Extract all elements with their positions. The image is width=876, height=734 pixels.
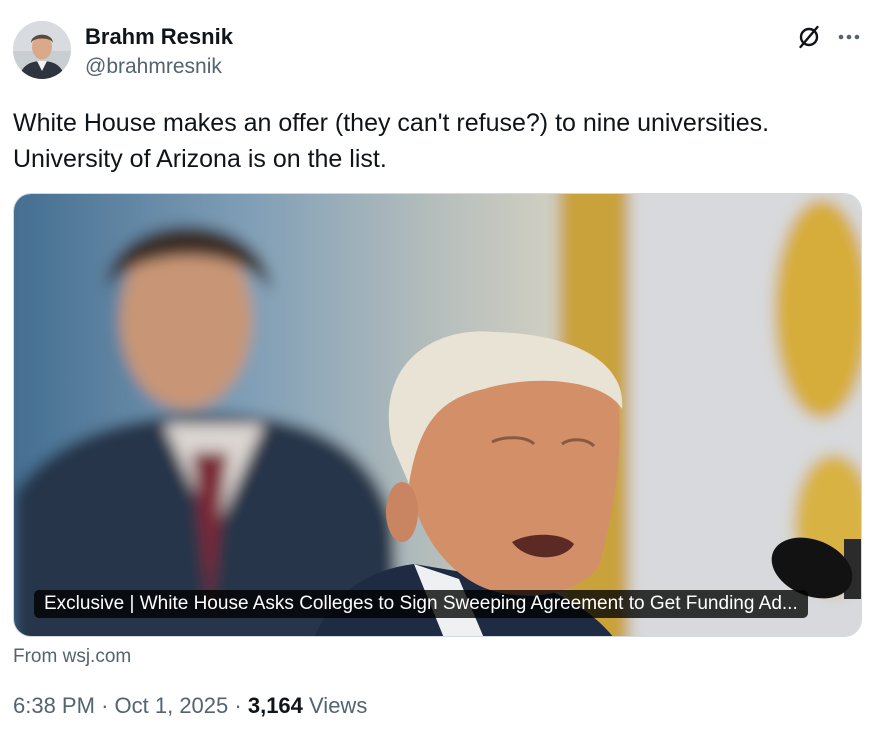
grok-icon[interactable] bbox=[796, 24, 822, 50]
views-label: Views bbox=[309, 693, 368, 718]
tweet-text-line: University of Arizona is on the list. bbox=[13, 145, 387, 173]
author-handle[interactable]: @brahmresnik bbox=[85, 55, 222, 79]
meta-separator: · bbox=[234, 693, 242, 718]
avatar-image bbox=[13, 21, 71, 79]
card-title: Exclusive | White House Asks Colleges to… bbox=[34, 590, 808, 618]
tweet-date[interactable]: Oct 1, 2025 bbox=[115, 693, 229, 718]
avatar[interactable] bbox=[13, 21, 71, 79]
article-photo bbox=[14, 194, 861, 636]
meta-separator: · bbox=[101, 693, 109, 718]
tweet-time[interactable]: 6:38 PM bbox=[13, 693, 95, 718]
tweet-meta: 6:38 PM · Oct 1, 2025 · 3,164 Views bbox=[13, 693, 367, 719]
tweet: Brahm Resnik @brahmresnik White House ma… bbox=[0, 0, 876, 734]
tweet-text-line: White House makes an offer (they can't r… bbox=[13, 109, 770, 137]
author-name[interactable]: Brahm Resnik bbox=[85, 24, 233, 50]
views-count: 3,164 bbox=[247, 693, 303, 718]
link-preview-card[interactable]: Exclusive | White House Asks Colleges to… bbox=[13, 193, 862, 637]
card-source[interactable]: From wsj.com bbox=[13, 646, 131, 668]
tweet-text: White House makes an offer (they can't r… bbox=[13, 105, 863, 177]
more-options-icon[interactable] bbox=[836, 24, 862, 50]
